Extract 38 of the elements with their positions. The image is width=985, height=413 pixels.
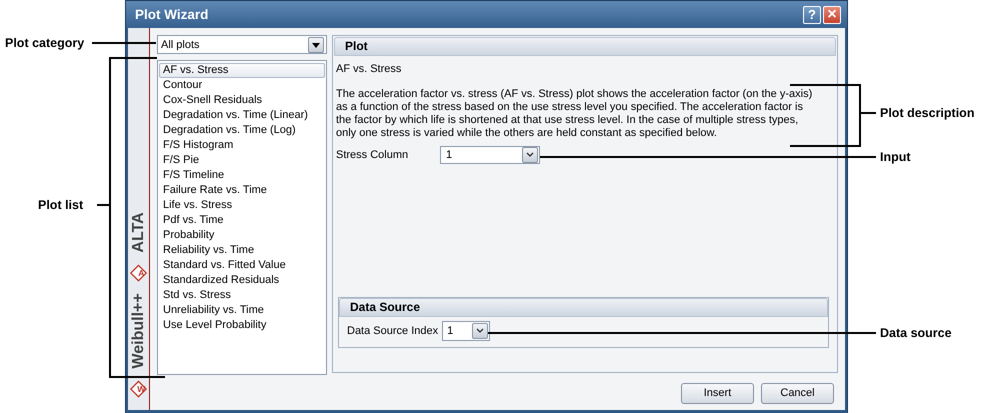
field-label: Data Source Index xyxy=(347,325,438,337)
list-item[interactable]: Standardized Residuals xyxy=(159,273,325,288)
list-item[interactable]: Standard vs. Fitted Value xyxy=(159,258,325,273)
list-item[interactable]: Pdf vs. Time xyxy=(159,213,325,228)
list-item[interactable]: AF vs. Stress xyxy=(159,63,325,78)
list-item[interactable]: Use Level Probability xyxy=(159,318,325,333)
callout-label: Plot list xyxy=(38,197,84,213)
list-item[interactable]: Std vs. Stress xyxy=(159,288,325,303)
group-header: Data Source xyxy=(339,298,828,317)
callout-label: Data source xyxy=(880,325,952,341)
product-name: Weibull++ xyxy=(130,292,148,371)
plot-name: AF vs. Stress xyxy=(336,62,402,77)
list-item[interactable]: F/S Histogram xyxy=(159,138,325,153)
list-item[interactable]: Probability xyxy=(159,228,325,243)
data-source-dropdown[interactable]: 1 xyxy=(442,321,490,341)
product-name: ALTA xyxy=(130,211,148,255)
list-item[interactable]: F/S Timeline xyxy=(159,168,325,183)
product-badge-icon: A xyxy=(130,264,147,282)
window-title: Plot Wizard xyxy=(135,7,208,22)
stress-column-dropdown[interactable]: 1 xyxy=(440,146,540,164)
list-item[interactable]: Failure Rate vs. Time xyxy=(159,183,325,198)
list-item[interactable]: F/S Pie xyxy=(159,153,325,168)
field-label: Stress Column xyxy=(336,149,408,161)
list-item[interactable]: Degradation vs. Time (Log) xyxy=(159,123,325,138)
list-item[interactable]: Unreliability vs. Time xyxy=(159,303,325,318)
list-item[interactable]: Reliability vs. Time xyxy=(159,243,325,258)
list-item[interactable]: Degradation vs. Time (Linear) xyxy=(159,108,325,123)
cancel-button[interactable]: Cancel xyxy=(761,382,834,404)
plot-description: The acceleration factor vs. stress (AF vs. Stress) plot shows the acceleration factor (on the y-axis) as a function of the stress based on the use stress level you specified. The acceleration factor is the factor by which life is shortened at that use stress level. In the case of multiple stress types, only one stress is varied while the others are held constant as specified below. xyxy=(336,88,814,140)
callout-label: Input xyxy=(880,149,911,165)
list-item[interactable]: Cox-Snell Residuals xyxy=(159,93,325,108)
callout-label: Plot category xyxy=(5,35,84,51)
insert-button[interactable]: Insert xyxy=(681,382,754,404)
list-item[interactable]: Contour xyxy=(159,78,325,93)
category-dropdown[interactable]: All plots xyxy=(157,35,327,54)
panel-header: Plot xyxy=(334,37,836,56)
callout-label: Plot description xyxy=(880,105,974,121)
list-item[interactable]: Life vs. Stress xyxy=(159,198,325,213)
